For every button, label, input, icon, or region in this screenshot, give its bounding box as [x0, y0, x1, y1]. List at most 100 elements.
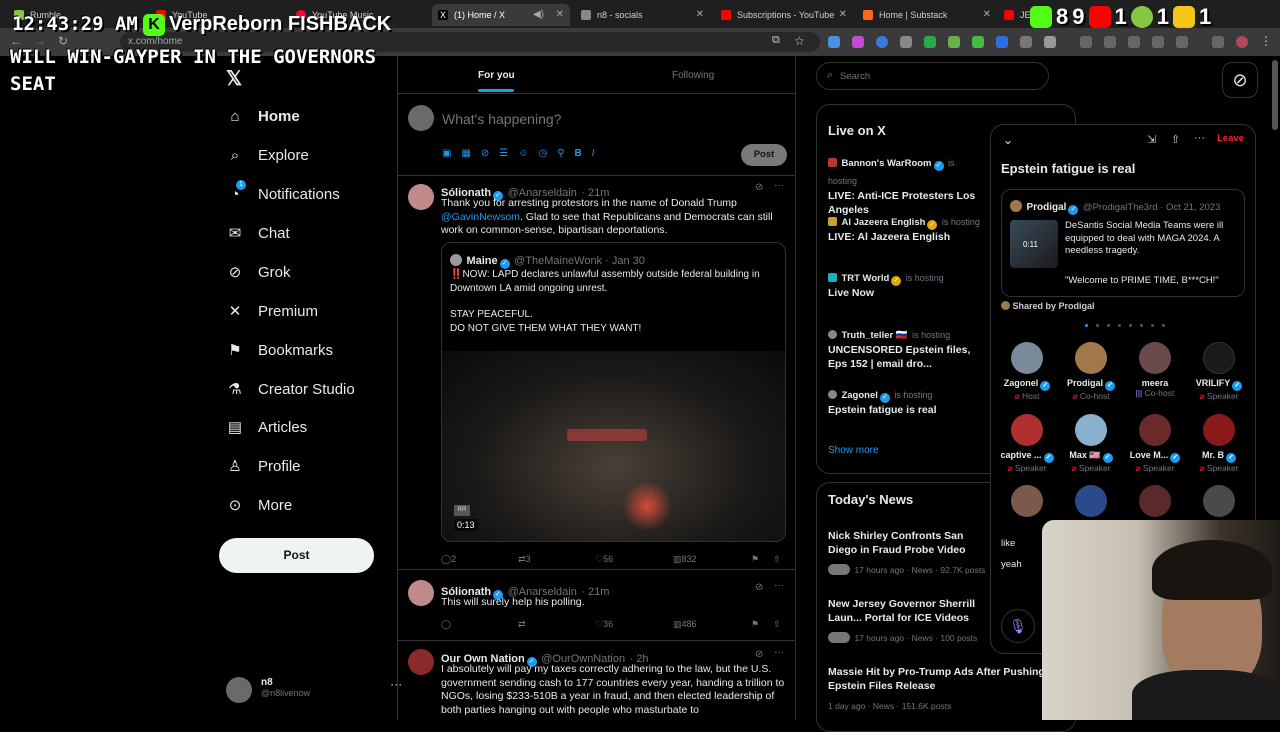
- more-icon[interactable]: ···: [1194, 132, 1205, 144]
- avatar[interactable]: [408, 580, 434, 606]
- close-tab-icon[interactable]: ✕: [983, 9, 991, 20]
- speaker-tile[interactable]: Max 🇺🇸 ✓ ⌀ Speaker: [1059, 414, 1123, 474]
- more-icon[interactable]: ···: [774, 580, 784, 591]
- more-icon[interactable]: ···: [774, 647, 784, 658]
- gif-icon[interactable]: ▦: [461, 148, 470, 159]
- views-button[interactable]: ▥ 486: [673, 619, 697, 630]
- extension-icon[interactable]: [1020, 36, 1032, 48]
- tweet-video[interactable]: 0:11: [1010, 220, 1058, 268]
- bookmark-button[interactable]: ⚑: [751, 619, 759, 630]
- extension-icon[interactable]: [828, 36, 840, 48]
- location-icon[interactable]: ⚲: [557, 148, 564, 159]
- devtools-icon[interactable]: [1128, 36, 1140, 48]
- live-item[interactable]: Zagonel ✓ is hosting Epstein fatigue is r…: [828, 385, 978, 417]
- show-more-link[interactable]: Show more: [828, 445, 879, 456]
- extension-icon[interactable]: [1176, 36, 1188, 48]
- carousel-dot[interactable]: [1151, 324, 1154, 327]
- puzzle-icon[interactable]: [1044, 36, 1056, 48]
- nav-grok[interactable]: ⊘ Grok: [226, 260, 291, 284]
- sidepanel-icon[interactable]: [1152, 36, 1164, 48]
- leave-button[interactable]: Leave: [1217, 133, 1244, 144]
- extension-icon[interactable]: [900, 36, 912, 48]
- schedule-icon[interactable]: ◷: [538, 148, 547, 159]
- carousel-dot[interactable]: [1162, 324, 1165, 327]
- grok-icon[interactable]: ⊘: [481, 148, 489, 159]
- extension-icon[interactable]: [948, 36, 960, 48]
- extension-icon[interactable]: [876, 36, 888, 48]
- live-item[interactable]: Bannon's WarRoom ✓ is hosting LIVE: Anti-…: [828, 153, 978, 217]
- speaker-tile[interactable]: meera ||| Co-host: [1123, 342, 1187, 398]
- nav-creator-studio[interactable]: ⚗ Creator Studio: [226, 377, 354, 401]
- grok-icon[interactable]: ⊘: [1222, 62, 1258, 98]
- nav-home[interactable]: ⌂ Home: [226, 104, 299, 128]
- post-button[interactable]: Post: [219, 538, 374, 573]
- speaker-tile[interactable]: Mr. B ✓ ⌀ Speaker: [1187, 414, 1251, 474]
- avatar[interactable]: [1139, 485, 1171, 517]
- avatar[interactable]: [408, 184, 434, 210]
- bookmark-star-icon[interactable]: ☆: [794, 34, 805, 48]
- news-item[interactable]: Nick Shirley Confronts San Diego in Frau…: [828, 529, 993, 578]
- bookmark-button[interactable]: ⚑: [751, 554, 759, 565]
- composer-input[interactable]: What's happening?: [442, 111, 561, 127]
- tab-substack[interactable]: Home | Substack ✕: [857, 4, 997, 26]
- quoted-tweet[interactable]: Maine ✓ @TheMaineWonk · Jan 30 ‼️NOW: LAP…: [441, 242, 786, 542]
- browser-menu-icon[interactable]: ⋮: [1260, 34, 1272, 48]
- grok-icon[interactable]: ⊘: [755, 649, 763, 660]
- extension-icon[interactable]: [852, 36, 864, 48]
- cast-icon[interactable]: ⧉: [772, 34, 780, 47]
- reply-button[interactable]: ◯: [441, 619, 451, 630]
- speaker-tile[interactable]: Love M... ✓ ⌀ Speaker: [1123, 414, 1187, 474]
- tab-subscriptions[interactable]: Subscriptions - YouTube ✕: [715, 4, 853, 26]
- carousel-dot[interactable]: [1085, 324, 1088, 327]
- nav-more[interactable]: ⊙ More: [226, 493, 292, 517]
- emoji-icon[interactable]: ☺: [518, 148, 528, 159]
- speaker-tile[interactable]: VRILIFY ✓ ⌀ Speaker: [1187, 342, 1251, 402]
- nav-explore[interactable]: ⌕ Explore: [226, 143, 309, 167]
- minimize-icon[interactable]: ⇲: [1147, 133, 1156, 146]
- nav-bookmarks[interactable]: ⚑ Bookmarks: [226, 338, 333, 362]
- share-button[interactable]: ⇧: [773, 619, 781, 630]
- reply-button[interactable]: ◯ 2: [441, 554, 456, 565]
- nav-articles[interactable]: ▤ Articles: [226, 415, 307, 439]
- like-button[interactable]: ♡ 56: [595, 554, 613, 565]
- tab-socials[interactable]: n8 - socials ✕: [575, 4, 710, 26]
- extension-icon[interactable]: [1212, 36, 1224, 48]
- chevron-down-icon[interactable]: ⌄: [1003, 133, 1013, 147]
- tweet[interactable]: Our Own Nation ✓ @OurOwnNation · 2h ⊘ ···…: [398, 641, 795, 720]
- share-icon[interactable]: ⇧: [1171, 133, 1180, 146]
- speaker-tile[interactable]: Zagonel ✓ ⌀ Host: [995, 342, 1059, 402]
- carousel-dot[interactable]: [1129, 324, 1132, 327]
- search-input[interactable]: ⌕ Search: [816, 62, 1049, 90]
- close-tab-icon[interactable]: ✕: [696, 9, 704, 20]
- nav-chat[interactable]: ✉ Chat: [226, 221, 290, 245]
- tweet[interactable]: Sólionath ✓ @Anarseldain · 21m ⊘ ··· This…: [398, 570, 795, 636]
- avatar[interactable]: [1075, 485, 1107, 517]
- composer-post-button[interactable]: Post: [741, 144, 787, 166]
- tweet[interactable]: Sólionath ✓ @Anarseldain · 21m ⊘ ··· Than…: [398, 176, 795, 569]
- bold-icon[interactable]: B: [575, 148, 582, 159]
- tab-x-home[interactable]: X (1) Home / X ◀) ✕: [432, 4, 570, 26]
- avatar[interactable]: [1011, 485, 1043, 517]
- nav-profile[interactable]: ♙ Profile: [226, 454, 300, 478]
- speaker-icon[interactable]: ◀): [533, 9, 544, 20]
- grok-icon[interactable]: ⊘: [755, 182, 763, 193]
- avatar[interactable]: [408, 649, 434, 675]
- repost-button[interactable]: ⇄ 3: [518, 554, 531, 565]
- live-item[interactable]: TRT World ✓ is hosting Live Now: [828, 268, 988, 300]
- live-item[interactable]: Al Jazeera English ✓ is hosting LIVE: Al …: [828, 212, 988, 244]
- extension-icon[interactable]: [924, 36, 936, 48]
- carousel-dot[interactable]: [1118, 324, 1121, 327]
- views-button[interactable]: ▥ 832: [673, 554, 697, 565]
- tweet-video[interactable]: RR 0:13: [442, 351, 785, 541]
- mention-link[interactable]: @GavinNewsom: [441, 211, 520, 223]
- account-switcher[interactable]: n8 @n8livenow ···: [226, 677, 402, 703]
- repost-button[interactable]: ⇄: [518, 619, 526, 630]
- poll-icon[interactable]: ☰: [499, 148, 508, 159]
- nav-notifications[interactable]: ◔ 1 Notifications: [226, 180, 340, 206]
- avatar[interactable]: [1203, 485, 1235, 517]
- image-icon[interactable]: ▣: [442, 148, 451, 159]
- close-tab-icon[interactable]: ✕: [839, 9, 847, 20]
- shared-tweet[interactable]: Prodigal ✓ @ProdigalThe3rd · Oct 21, 2023…: [1001, 189, 1245, 297]
- x-logo-icon[interactable]: 𝕏: [226, 66, 242, 91]
- share-button[interactable]: ⇧: [773, 554, 781, 565]
